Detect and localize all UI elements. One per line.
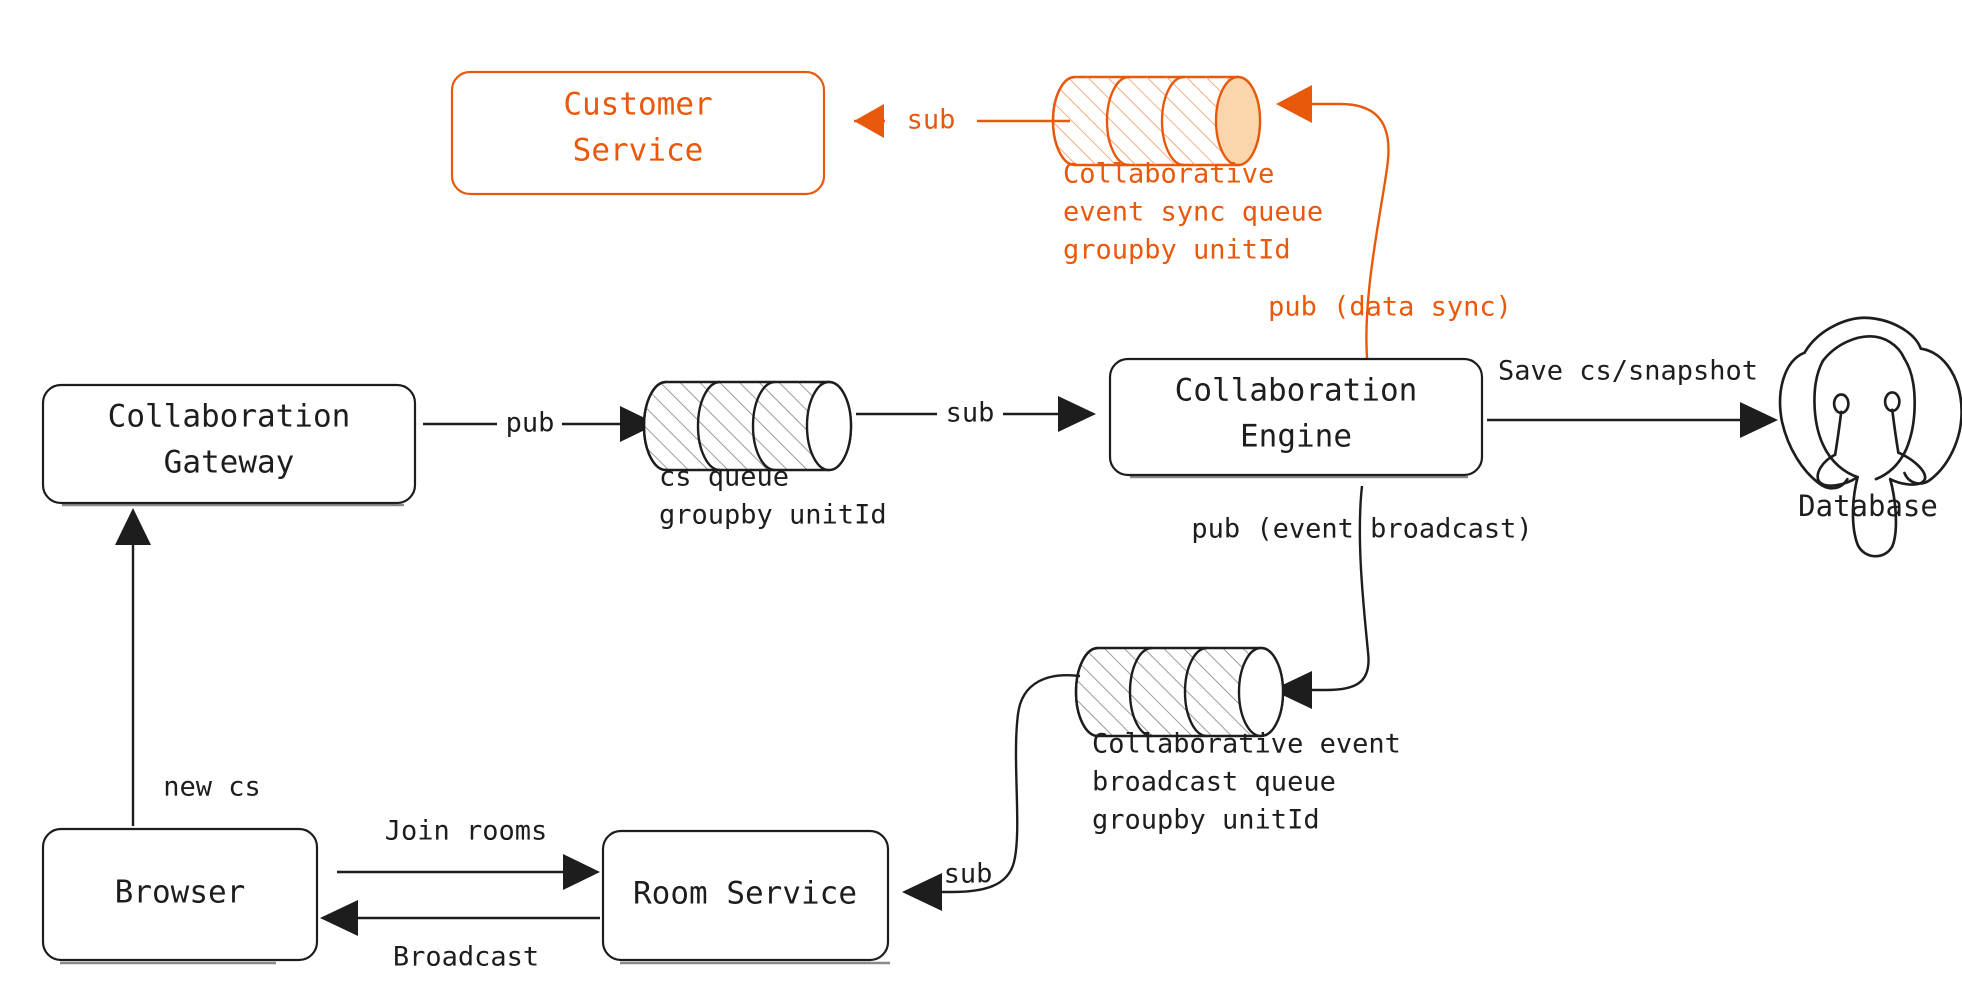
pub-data-sync-arrowhead xyxy=(1276,85,1312,123)
edge-room-service-to-browser: Broadcast xyxy=(320,900,600,973)
edge-label-pub: pub xyxy=(506,408,555,439)
edge-cs-queue-to-engine: sub xyxy=(856,396,1096,432)
diagram-canvas: Customer Service Collaborative event syn… xyxy=(0,0,1962,996)
node-collaboration-gateway[interactable]: Collaboration Gateway xyxy=(41,383,417,507)
node-customer-service[interactable]: Customer Service xyxy=(450,70,826,196)
cs-queue-label-line1: cs queue xyxy=(659,462,789,493)
queue-broadcast[interactable]: Collaborative event broadcast queue grou… xyxy=(1074,646,1401,836)
save-edge-arrowhead xyxy=(1740,402,1778,438)
edge-gateway-to-cs-queue: pub xyxy=(423,406,657,442)
edge-engine-to-database: Save cs/snapshot xyxy=(1487,356,1778,438)
broadcast-queue-label-line3: groupby unitId xyxy=(1092,805,1320,836)
customer-service-label-line2: Service xyxy=(573,133,704,169)
sync-queue-label-line1: Collaborative xyxy=(1063,159,1274,190)
sub-broadcast-arrowhead xyxy=(902,873,942,911)
engine-label-line1: Collaboration xyxy=(1175,373,1418,409)
architecture-diagram: Customer Service Collaborative event syn… xyxy=(41,70,1962,973)
database-label: Database xyxy=(1798,489,1938,523)
sync-queue-label-line3: groupby unitId xyxy=(1063,235,1291,266)
sub2-edge-arrowhead xyxy=(1058,396,1096,432)
broadcast-queue-label-line2: broadcast queue xyxy=(1092,767,1336,798)
browser-label: Browser xyxy=(115,875,246,911)
engine-label-line2: Engine xyxy=(1240,419,1352,455)
edge-label-sub-cs: sub xyxy=(946,398,995,429)
edge-browser-to-gateway: new cs xyxy=(115,508,261,826)
edge-label-join-rooms: Join rooms xyxy=(385,816,548,847)
customer-service-label-line1: Customer xyxy=(563,87,712,123)
edge-label-broadcast: Broadcast xyxy=(393,942,539,973)
sync-queue-label-line2: event sync queue xyxy=(1063,197,1323,228)
edge-label-save-cs-snapshot: Save cs/snapshot xyxy=(1498,356,1758,387)
edge-label-sub-broadcast: sub xyxy=(944,859,993,890)
edge-browser-to-room-service: Join rooms xyxy=(337,816,600,890)
edge-label-new-cs: new cs xyxy=(163,772,261,803)
edge-sync-to-customer-service: sub xyxy=(854,104,1070,138)
node-database[interactable]: Database xyxy=(1778,316,1962,558)
broadcast-queue-label-line1: Collaborative event xyxy=(1092,729,1401,760)
node-browser[interactable]: Browser xyxy=(41,827,319,965)
new-cs-edge-arrowhead xyxy=(115,508,151,545)
gateway-label-line2: Gateway xyxy=(164,445,295,481)
join-rooms-edge-arrowhead xyxy=(563,854,600,890)
edge-broadcast-queue-to-room-service: sub xyxy=(902,674,1081,911)
node-collaboration-engine[interactable]: Collaboration Engine xyxy=(1108,357,1484,479)
edge-label-pub-event-broadcast: pub (event broadcast) xyxy=(1191,514,1532,545)
cs-queue-cap xyxy=(805,380,853,472)
broadcast-edge-arrowhead xyxy=(320,900,358,936)
edge-label-pub-data-sync: pub (data sync) xyxy=(1268,292,1512,323)
edge-label-sub-sync: sub xyxy=(907,105,956,136)
sync-queue-cap xyxy=(1214,75,1262,167)
node-room-service[interactable]: Room Service xyxy=(601,829,890,965)
cs-queue-label-line2: groupby unitId xyxy=(659,500,887,531)
sub-edge-arrowhead xyxy=(854,104,884,138)
pub-data-sync-curve xyxy=(1312,102,1390,369)
queue-cs[interactable]: cs queue groupby unitId xyxy=(642,380,887,531)
room-service-label: Room Service xyxy=(633,876,857,912)
broadcast-queue-cap xyxy=(1237,646,1285,738)
gateway-label-line1: Collaboration xyxy=(108,399,351,435)
